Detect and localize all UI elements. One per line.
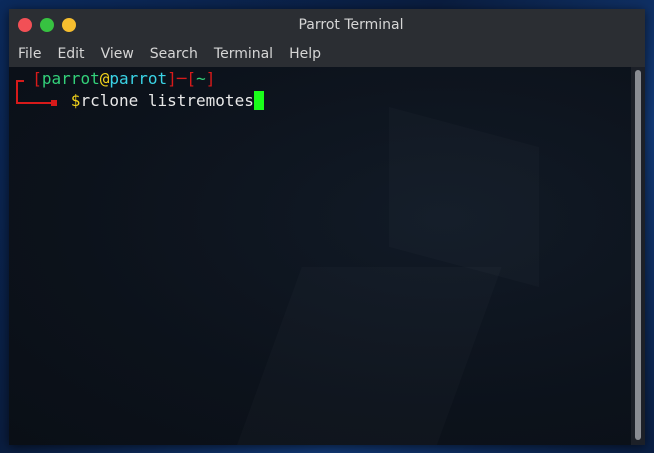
prompt-dir: ~	[196, 69, 206, 88]
prompt-dash: ─	[176, 69, 187, 88]
prompt-open-bracket: [	[32, 69, 42, 88]
command-text: rclone listremotes	[80, 91, 254, 110]
command-line[interactable]: $rclone listremotes	[13, 91, 264, 111]
text-cursor	[253, 91, 264, 110]
menu-terminal[interactable]: Terminal	[206, 42, 281, 67]
menu-view[interactable]: View	[93, 42, 142, 67]
terminal-area[interactable]: [parrot@parrot]─[~] $rclone listremotes	[9, 67, 631, 445]
desktop-background: Parrot Terminal File Edit View Search Te…	[0, 0, 654, 453]
prompt-dollar: $	[70, 91, 81, 110]
prompt-user: parrot	[41, 69, 100, 88]
title-bar[interactable]: Parrot Terminal	[9, 9, 645, 42]
prompt-dir-open: [	[186, 69, 197, 88]
menu-edit[interactable]: Edit	[49, 42, 92, 67]
prompt-close-bracket: ]	[167, 69, 177, 88]
prompt-dir-close: ]	[205, 69, 216, 88]
prompt-at: @	[99, 69, 110, 88]
terminal-window[interactable]: Parrot Terminal File Edit View Search Te…	[9, 9, 645, 445]
prompt-line: [parrot@parrot]─[~]	[13, 69, 215, 89]
menu-bar: File Edit View Search Terminal Help	[9, 42, 645, 67]
background-shard	[389, 107, 539, 287]
menu-help[interactable]: Help	[281, 42, 329, 67]
scrollbar-thumb[interactable]	[635, 70, 641, 440]
prompt-host: parrot	[109, 69, 168, 88]
scrollbar[interactable]	[631, 67, 645, 445]
menu-file[interactable]: File	[9, 42, 49, 67]
background-shard	[236, 267, 502, 445]
menu-search[interactable]: Search	[142, 42, 206, 67]
window-title: Parrot Terminal	[298, 17, 404, 33]
